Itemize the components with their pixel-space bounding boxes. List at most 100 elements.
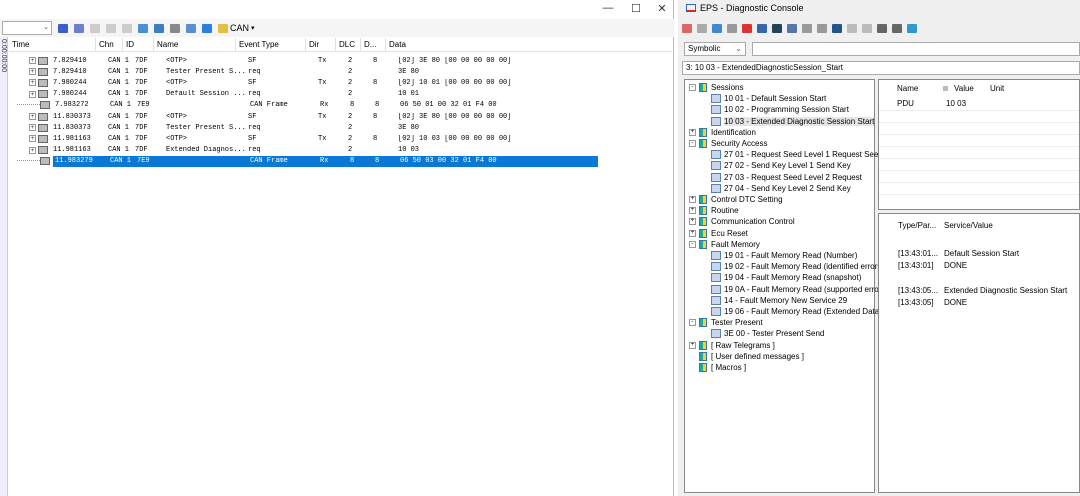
can-filter-button[interactable]: CAN ▾ bbox=[218, 23, 255, 33]
trace-row[interactable]: +11.830373 CAN 1 7DF <OTP> SF Tx 2 8 [02] 3E 80 … bbox=[9, 111, 649, 122]
settings-icon[interactable] bbox=[727, 23, 737, 33]
close-button[interactable]: ✕ bbox=[652, 2, 672, 15]
service-group[interactable]: + Ecu Reset bbox=[689, 228, 748, 239]
expand-icon[interactable]: + bbox=[29, 90, 36, 98]
binoculars-icon[interactable] bbox=[772, 23, 782, 33]
expand-icon[interactable]: + bbox=[29, 124, 36, 132]
service-item[interactable]: 27 01 - Request Seed Level 1 Request See… bbox=[711, 149, 883, 160]
selected-service-field[interactable]: 3: 10 03 - ExtendedDiagnosticSession_Sta… bbox=[682, 61, 1080, 75]
trace-row[interactable]: 7.983272 CAN 1 7E9 CAN Frame Rx 8 8 06 50 01 00… bbox=[9, 100, 649, 111]
trace-row[interactable]: +7.829410 CAN 1 7DF Tester Present S... req 2… bbox=[9, 66, 649, 77]
service-group[interactable]: + Control DTC Setting bbox=[689, 194, 783, 205]
minimize-button[interactable]: — bbox=[598, 2, 618, 14]
collapse-icon[interactable]: - bbox=[689, 140, 696, 147]
service-item[interactable]: 27 02 - Send Key Level 1 Send Key bbox=[711, 160, 851, 171]
expand-icon[interactable]: + bbox=[29, 135, 36, 143]
send2-icon[interactable] bbox=[802, 23, 812, 33]
stop-icon[interactable] bbox=[847, 23, 857, 33]
service-item[interactable]: 14 - Fault Memory New Service 29 bbox=[711, 295, 847, 306]
delete-icon[interactable] bbox=[742, 23, 752, 33]
service-item[interactable]: 27 04 - Send Key Level 2 Send Key bbox=[711, 183, 851, 194]
expand-icon[interactable]: + bbox=[689, 207, 696, 215]
service-group[interactable]: + Routine bbox=[689, 205, 739, 216]
trace-row[interactable]: +7.829410 CAN 1 7DF <OTP> SF Tx 2 8 [02] 3E 80 [… bbox=[9, 55, 649, 66]
tree-label: Ecu Reset bbox=[711, 228, 748, 238]
col-chn[interactable]: Chn bbox=[96, 37, 123, 52]
expand-icon[interactable]: + bbox=[689, 218, 696, 226]
save-icon[interactable] bbox=[757, 23, 767, 33]
expand-icon[interactable]: + bbox=[689, 128, 696, 136]
back-icon[interactable] bbox=[90, 23, 100, 33]
service-item[interactable]: 19 04 - Fault Memory Read (snapshot) bbox=[711, 272, 861, 283]
expand-icon[interactable]: + bbox=[689, 196, 696, 203]
find-prev-icon[interactable] bbox=[58, 23, 68, 33]
col-data[interactable]: Data bbox=[386, 38, 666, 52]
lines-icon[interactable] bbox=[170, 23, 180, 33]
maximize-button[interactable]: ☐ bbox=[626, 2, 646, 15]
service-group[interactable]: - Security Access bbox=[689, 138, 767, 149]
service-item[interactable]: 19 06 - Fault Memory Read (Extended Data… bbox=[711, 306, 882, 317]
ecu-icon[interactable] bbox=[832, 23, 842, 33]
service-group[interactable]: - Fault Memory bbox=[689, 239, 760, 250]
layout-icon[interactable] bbox=[202, 23, 212, 33]
folder-icon[interactable] bbox=[907, 23, 917, 33]
service-item[interactable]: 27 03 - Request Seed Level 2 Request bbox=[711, 172, 862, 183]
record-icon[interactable] bbox=[877, 23, 887, 33]
trace-row[interactable]: +11.830373 CAN 1 7DF Tester Present S... req… bbox=[9, 122, 649, 133]
history-icon[interactable] bbox=[712, 23, 722, 33]
trace-combo[interactable]: ⌄ bbox=[2, 21, 52, 35]
service-item[interactable]: 10 01 - Default Session Start bbox=[711, 93, 826, 104]
trace-row[interactable]: +7.980244 CAN 1 7DF Default Session ... req 2… bbox=[9, 89, 649, 100]
service-item[interactable]: 19 02 - Fault Memory Read (identified er… bbox=[711, 261, 884, 272]
marker-icon[interactable] bbox=[122, 23, 132, 33]
service-group[interactable]: + [ Raw Telegrams ] bbox=[689, 340, 775, 351]
expand-icon[interactable]: + bbox=[29, 79, 36, 87]
expand-icon[interactable]: + bbox=[29, 146, 36, 154]
col-d[interactable]: D... bbox=[361, 37, 386, 52]
service-item[interactable]: 3E 00 - Tester Present Send bbox=[711, 328, 824, 339]
find-next-icon[interactable] bbox=[74, 23, 84, 33]
font-icon[interactable] bbox=[186, 23, 196, 33]
service-item[interactable]: 19 01 - Fault Memory Read (Number) bbox=[711, 250, 857, 261]
col-dir[interactable]: Dir bbox=[306, 37, 336, 52]
expand-icon[interactable]: + bbox=[689, 229, 696, 237]
service-item[interactable]: 19 0A - Fault Memory Read (supported err… bbox=[711, 284, 888, 295]
columns-icon[interactable] bbox=[154, 23, 164, 33]
expand-icon[interactable]: + bbox=[689, 341, 696, 349]
trace-row[interactable]: +7.980244 CAN 1 7DF <OTP> SF Tx 2 8 [02] 10 01 [… bbox=[9, 77, 649, 88]
send3-icon[interactable] bbox=[817, 23, 827, 33]
service-group[interactable]: [ Macros ] bbox=[689, 362, 746, 373]
trace-row[interactable]: +11.981163 CAN 1 7DF <OTP> SF Tx 2 8 [02] 10 03 … bbox=[9, 133, 649, 144]
col-dlc[interactable]: DLC bbox=[336, 37, 361, 52]
window-icon[interactable] bbox=[138, 23, 148, 33]
col-id[interactable]: ID bbox=[123, 37, 154, 52]
pause-icon[interactable] bbox=[862, 23, 872, 33]
service-item[interactable]: 10 03 - Extended Diagnostic Session Star… bbox=[711, 116, 875, 127]
copy-icon[interactable] bbox=[697, 23, 707, 33]
service-group[interactable]: [ User defined messages ] bbox=[689, 351, 804, 362]
col-time[interactable]: Time bbox=[9, 37, 96, 52]
mode-select[interactable]: Symbolic ⌄ bbox=[684, 42, 746, 56]
service-group[interactable]: + Identification bbox=[689, 127, 756, 138]
expand-icon[interactable]: + bbox=[29, 68, 36, 76]
mode-input[interactable] bbox=[752, 42, 1080, 56]
forward-icon[interactable] bbox=[106, 23, 116, 33]
service-item[interactable]: 10 02 - Programming Session Start bbox=[711, 104, 849, 115]
service-group[interactable]: - Sessions bbox=[689, 82, 743, 93]
param-value[interactable]: 10 03 bbox=[946, 99, 966, 108]
trace-row[interactable]: 11.983279 CAN 1 7E9 CAN Frame Rx 8 8 06 50 03 0… bbox=[9, 155, 649, 167]
expand-icon[interactable]: + bbox=[29, 113, 36, 120]
monitor-icon[interactable] bbox=[682, 23, 692, 33]
cell-data: 3E 80 bbox=[398, 67, 420, 76]
collapse-icon[interactable]: - bbox=[689, 240, 696, 248]
collapse-icon[interactable]: - bbox=[689, 84, 696, 91]
send-icon[interactable] bbox=[787, 23, 797, 33]
collapse-icon[interactable]: - bbox=[689, 319, 696, 327]
col-name[interactable]: Name bbox=[154, 37, 236, 52]
expand-icon[interactable]: + bbox=[29, 57, 36, 64]
col-event-type[interactable]: Event Type bbox=[236, 37, 306, 52]
trace-row[interactable]: +11.981163 CAN 1 7DF Extended Diagnos... req… bbox=[9, 145, 649, 156]
record2-icon[interactable] bbox=[892, 23, 902, 33]
service-group[interactable]: + Communication Control bbox=[689, 216, 795, 227]
service-group[interactable]: - Tester Present bbox=[689, 317, 763, 328]
